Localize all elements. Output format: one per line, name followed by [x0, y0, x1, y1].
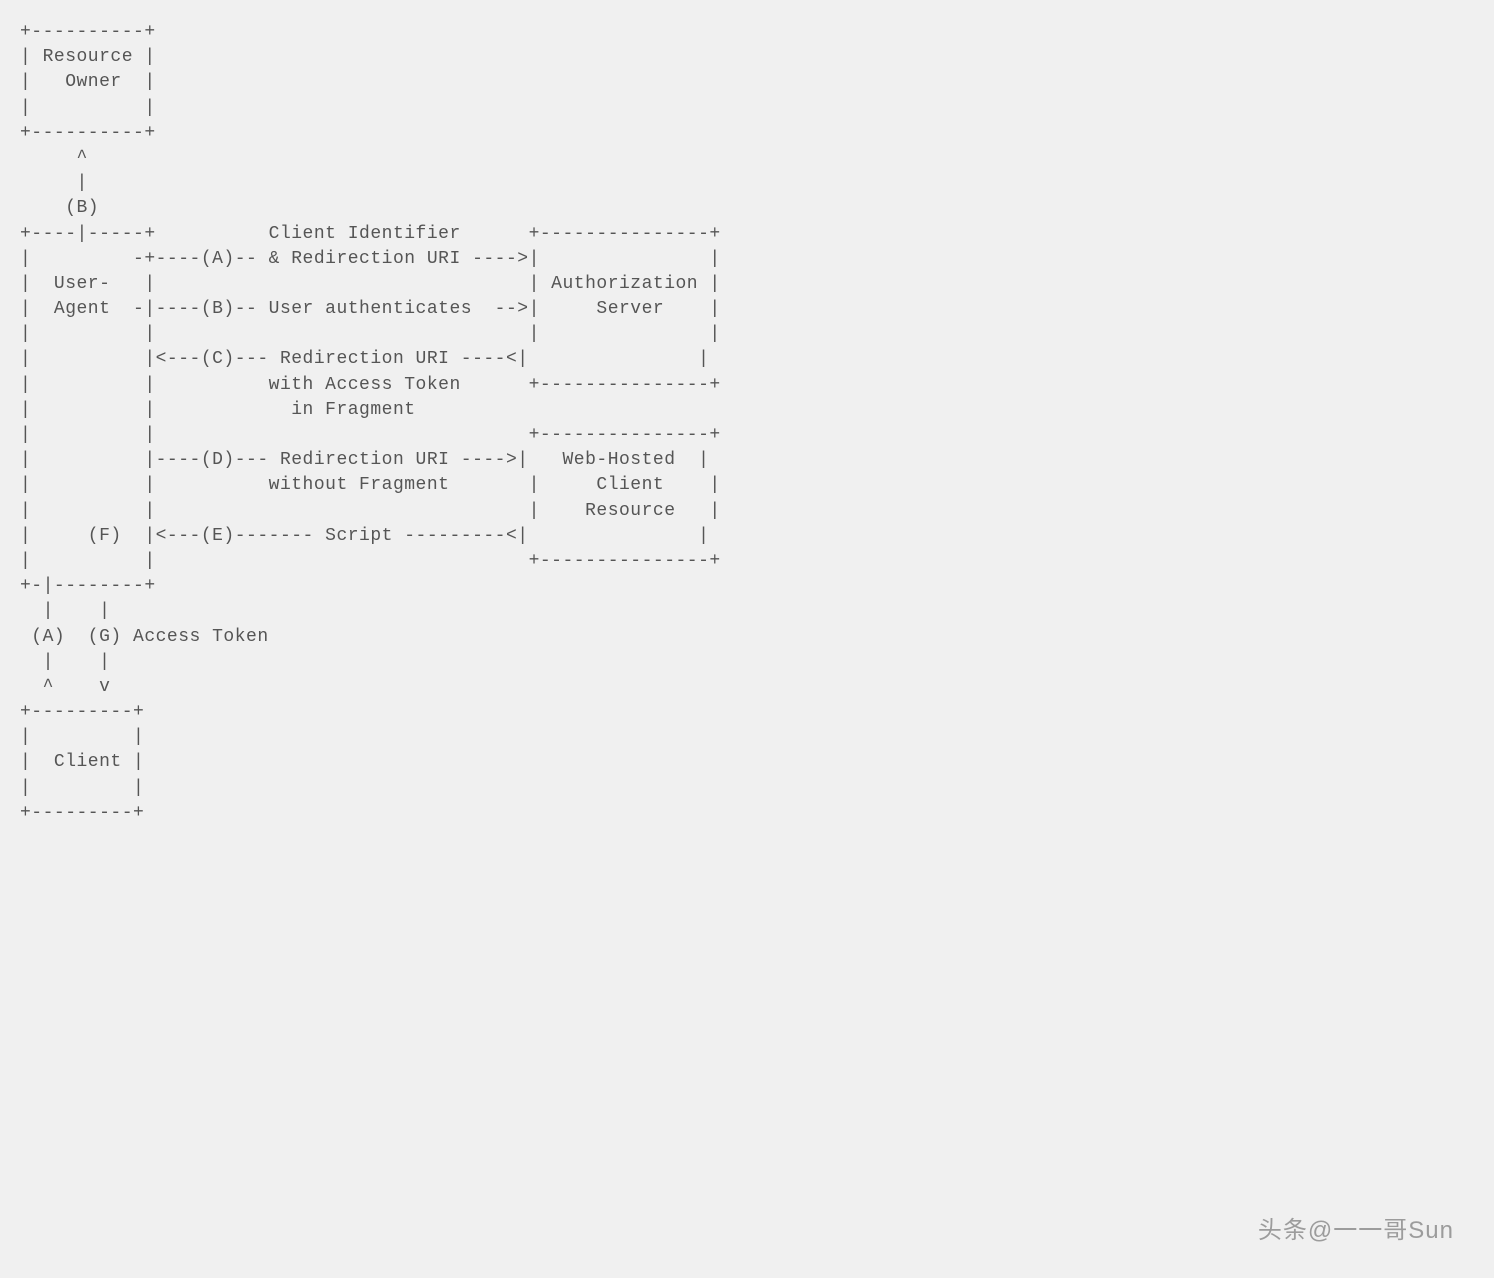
oauth-implicit-flow-diagram: +----------+ | Resource | | Owner | | | … [20, 20, 1474, 826]
watermark-text: 头条@一一哥Sun [1258, 1214, 1454, 1248]
